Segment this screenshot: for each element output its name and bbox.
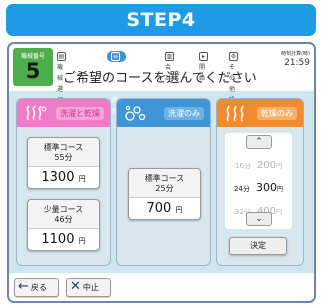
clock-value: 21:59 bbox=[284, 58, 310, 68]
payment-icon: ▥ bbox=[165, 52, 174, 61]
progress-step-start: ▸開始 bbox=[199, 51, 210, 82]
course-price: 1300 円 bbox=[28, 166, 99, 188]
step-banner: STEP4 bbox=[6, 4, 316, 36]
machine-number-box: 機械番号 5 bbox=[13, 48, 53, 86]
progress-step-machine-select: ▤機械選択 bbox=[57, 52, 66, 104]
progress-step-payment: ▥会計 bbox=[165, 52, 174, 82]
back-button[interactable]: ← 戻る bbox=[14, 278, 59, 297]
course-price: 700 円 bbox=[129, 197, 200, 219]
bottom-bar: ← 戻る ✕ 中止 bbox=[9, 273, 314, 301]
dry-time-spinner: ⌃ 16分200円 24分300円 32分400円 ⌄ bbox=[225, 133, 292, 229]
machine-number: 5 bbox=[25, 59, 41, 83]
chevron-up-icon[interactable]: ⌃ bbox=[246, 135, 272, 149]
course-minutes: 55分 bbox=[54, 153, 73, 162]
wash-dry-icon bbox=[26, 105, 47, 121]
course-name: 標準コース bbox=[144, 174, 185, 183]
panel-wash-only-title: 洗濯のみ bbox=[164, 107, 204, 120]
course-button-wash-dry-standard[interactable]: 標準コース 55分 1300 円 bbox=[27, 137, 100, 189]
course-name: 標準コース bbox=[43, 143, 84, 152]
machine-icon: ▤ bbox=[57, 52, 66, 61]
heat-icon bbox=[226, 105, 244, 122]
chevron-down-icon[interactable]: ⌄ bbox=[246, 212, 272, 226]
settings-icon: ⚙ bbox=[229, 52, 238, 61]
cancel-button[interactable]: ✕ 中止 bbox=[66, 278, 111, 297]
top-bar: 機械番号 5 ▤機械選択 ≡コース選択 ▥会計 ▸開始 ⚙その他設定 時刻計算(… bbox=[9, 44, 314, 115]
panel-dry-only: 乾燥のみ ⌃ 16分200円 24分300円 32分400円 ⌄ 決定 bbox=[216, 98, 304, 266]
panel-wash-and-dry-header: 洗濯と乾燥 bbox=[17, 99, 110, 127]
panel-wash-only: 洗濯のみ 標準コース 25分 700 円 bbox=[116, 98, 211, 266]
clock: 時刻計算(時) 21:59 bbox=[262, 50, 310, 68]
course-price: 1100 円 bbox=[28, 228, 99, 250]
course-button-wash-only-standard[interactable]: 標準コース 25分 700 円 bbox=[128, 168, 201, 220]
course-name: 少量コース bbox=[43, 205, 84, 214]
progress-step-course-select: ≡コース選択 bbox=[107, 51, 126, 115]
close-icon: ✕ bbox=[70, 279, 81, 294]
page-title: ご希望のコースを選んでください bbox=[63, 71, 257, 86]
course-minutes: 46分 bbox=[54, 215, 73, 224]
panel-wash-and-dry: 洗濯と乾燥 標準コース 55分 1300 円 少量コース 46分 1100 円 bbox=[16, 98, 111, 266]
kiosk-screen: 機械番号 5 ▤機械選択 ≡コース選択 ▥会計 ▸開始 ⚙その他設定 時刻計算(… bbox=[7, 42, 316, 303]
clock-label: 時刻計算(時) bbox=[281, 51, 310, 57]
bubbles-icon bbox=[125, 106, 146, 121]
course-button-wash-dry-small[interactable]: 少量コース 46分 1100 円 bbox=[27, 199, 100, 251]
panel-wash-only-header: 洗濯のみ bbox=[117, 99, 210, 127]
course-icon: ≡ bbox=[111, 52, 120, 61]
spinner-option-selected[interactable]: 24分 300円 bbox=[225, 176, 292, 195]
start-icon: ▸ bbox=[199, 52, 208, 61]
arrow-left-icon: ← bbox=[18, 279, 29, 294]
confirm-button[interactable]: 決定 bbox=[229, 237, 287, 255]
course-minutes: 25分 bbox=[155, 184, 174, 193]
progress-step-settings: ⚙その他設定 bbox=[229, 52, 238, 115]
spinner-option[interactable]: 16分 200円 bbox=[225, 153, 292, 172]
panel-dry-only-header: 乾燥のみ bbox=[217, 99, 303, 127]
panel-dry-only-title: 乾燥のみ bbox=[257, 107, 297, 120]
panel-wash-and-dry-title: 洗濯と乾燥 bbox=[56, 107, 104, 120]
